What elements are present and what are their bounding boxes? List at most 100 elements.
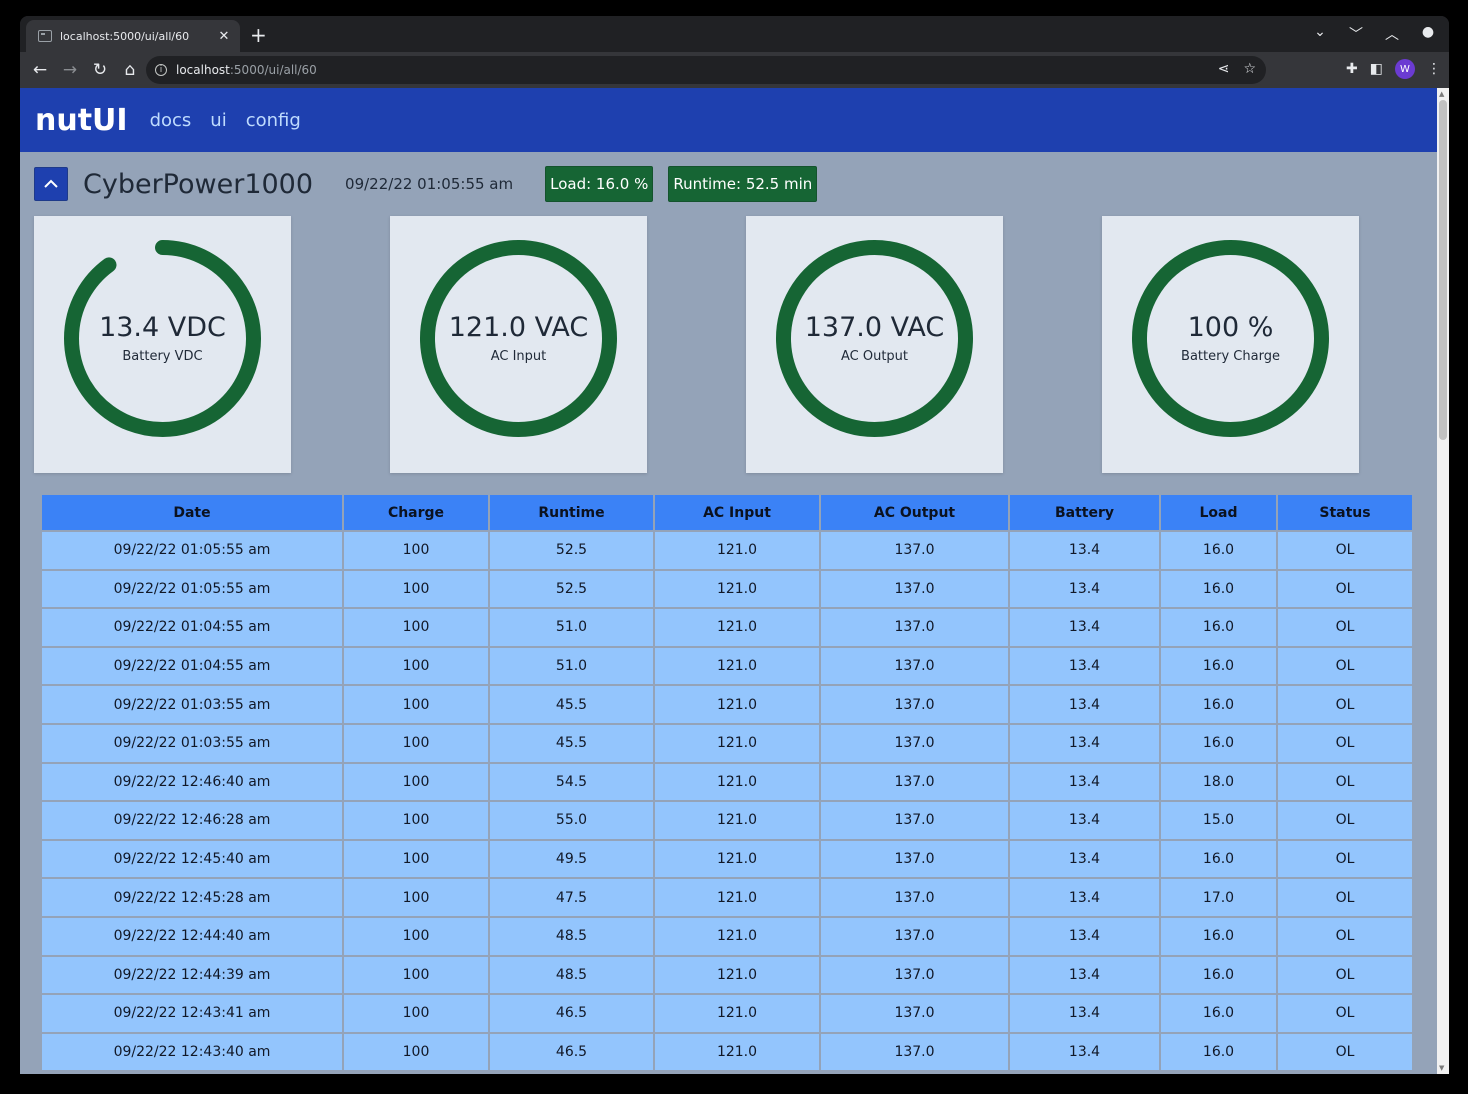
gauge-value: 121.0 VAC — [448, 312, 589, 343]
column-header-ac-input[interactable]: AC Input — [655, 495, 819, 530]
gauge-ac-input: 121.0 VAC AC Input — [390, 216, 647, 473]
gauge-ring — [420, 240, 617, 437]
back-arrow-icon[interactable]: ← — [26, 60, 54, 80]
table-cell: 09/22/22 12:43:40 am — [42, 1033, 342, 1071]
close-window-icon[interactable]: ● — [1419, 24, 1437, 44]
table-cell: 121.0 — [655, 532, 819, 569]
side-panel-icon[interactable]: ◧ — [1370, 61, 1383, 77]
table-cell: 48.5 — [490, 917, 653, 955]
table-cell: OL — [1278, 686, 1412, 723]
page-viewport: nutUI docs ui config CyberPower1000 09/2… — [20, 88, 1437, 1074]
history-table: Date Charge Runtime AC Input AC Output B… — [40, 493, 1414, 1072]
table-cell: 09/22/22 12:45:28 am — [42, 879, 342, 916]
table-cell: 100 — [344, 570, 488, 608]
brand-logo[interactable]: nutUI — [35, 103, 128, 138]
extensions-puzzle-icon[interactable]: ✚ — [1346, 61, 1358, 77]
table-cell: 137.0 — [821, 609, 1008, 646]
reload-icon[interactable]: ↻ — [86, 60, 114, 80]
table-cell: 13.4 — [1010, 1033, 1159, 1071]
table-row: 09/22/22 12:45:40 am 100 49.5 121.0 137.0 13.… — [42, 840, 1412, 878]
table-cell: 121.0 — [655, 763, 819, 801]
table-cell: 16.0 — [1161, 609, 1276, 646]
column-header-date[interactable]: Date — [42, 495, 342, 530]
scroll-up-arrow-icon[interactable]: ▲ — [1439, 90, 1444, 98]
table-cell: 137.0 — [821, 995, 1008, 1032]
gauge-value: 137.0 VAC — [804, 312, 945, 343]
forward-arrow-icon[interactable]: → — [56, 60, 84, 80]
table-row: 09/22/22 12:43:41 am 100 46.5 121.0 137.0 13.… — [42, 995, 1412, 1032]
minimize-chevron-icon[interactable]: ﹀ — [1347, 24, 1365, 44]
tab-strip: localhost:5000/ui/all/60 ✕ + ⌄ ﹀ ︿ ● — [20, 16, 1449, 52]
tab-search-chevron-icon[interactable]: ⌄ — [1311, 24, 1329, 44]
table-cell: OL — [1278, 570, 1412, 608]
table-cell: 54.5 — [490, 763, 653, 801]
table-cell: 52.5 — [490, 570, 653, 608]
table-cell: OL — [1278, 1033, 1412, 1071]
table-cell: 137.0 — [821, 1033, 1008, 1071]
table-cell: 137.0 — [821, 763, 1008, 801]
share-icon[interactable]: ⋖ — [1218, 61, 1230, 77]
table-cell: 09/22/22 12:43:41 am — [42, 995, 342, 1032]
column-header-load[interactable]: Load — [1161, 495, 1276, 530]
gauge-value: 13.4 VDC — [99, 312, 226, 343]
device-timestamp: 09/22/22 01:05:55 am — [345, 175, 514, 193]
table-cell: 100 — [344, 917, 488, 955]
column-header-status[interactable]: Status — [1278, 495, 1412, 530]
table-cell: 16.0 — [1161, 532, 1276, 569]
maximize-chevron-icon[interactable]: ︿ — [1383, 24, 1401, 44]
table-cell: 100 — [344, 802, 488, 839]
table-cell: 13.4 — [1010, 609, 1159, 646]
info-icon[interactable]: i — [155, 64, 167, 76]
vertical-scrollbar[interactable]: ▲ ▼ — [1437, 88, 1449, 1074]
table-cell: 16.0 — [1161, 956, 1276, 994]
omnibox-actions: ⋖ ☆ — [1218, 61, 1256, 77]
nav-link-ui[interactable]: ui — [210, 110, 226, 131]
tab-title: localhost:5000/ui/all/60 — [60, 29, 190, 43]
scroll-down-arrow-icon[interactable]: ▼ — [1439, 1064, 1444, 1072]
table-cell: 13.4 — [1010, 995, 1159, 1032]
table-cell: 137.0 — [821, 570, 1008, 608]
profile-avatar[interactable]: W — [1395, 59, 1415, 79]
table-body: 09/22/22 01:05:55 am 100 52.5 121.0 137.0 13.… — [42, 532, 1412, 1071]
table-cell: 100 — [344, 956, 488, 994]
gauge-ring — [64, 240, 261, 437]
menu-kebab-icon[interactable]: ⋮ — [1427, 61, 1441, 77]
gauge-ring — [1132, 240, 1329, 437]
bookmark-star-icon[interactable]: ☆ — [1243, 61, 1256, 77]
table-cell: 09/22/22 12:46:40 am — [42, 763, 342, 801]
close-icon[interactable]: ✕ — [216, 29, 232, 44]
column-header-battery[interactable]: Battery — [1010, 495, 1159, 530]
table-row: 09/22/22 12:46:40 am 100 54.5 121.0 137.0 13.… — [42, 763, 1412, 801]
column-header-charge[interactable]: Charge — [344, 495, 488, 530]
table-cell: OL — [1278, 763, 1412, 801]
table-cell: 16.0 — [1161, 570, 1276, 608]
nav-link-docs[interactable]: docs — [150, 110, 192, 131]
table-cell: 121.0 — [655, 840, 819, 878]
table-cell: 52.5 — [490, 532, 653, 569]
table-cell: 121.0 — [655, 956, 819, 994]
table-cell: 09/22/22 12:44:40 am — [42, 917, 342, 955]
nav-link-config[interactable]: config — [246, 110, 301, 131]
browser-window: localhost:5000/ui/all/60 ✕ + ⌄ ﹀ ︿ ● ← →… — [20, 16, 1449, 1074]
table-cell: 55.0 — [490, 802, 653, 839]
browser-tab[interactable]: localhost:5000/ui/all/60 ✕ — [26, 20, 240, 52]
home-icon[interactable]: ⌂ — [116, 60, 144, 80]
column-header-runtime[interactable]: Runtime — [490, 495, 653, 530]
collapse-button[interactable] — [34, 167, 68, 201]
table-cell: 121.0 — [655, 686, 819, 723]
table-cell: 137.0 — [821, 802, 1008, 839]
table-cell: 49.5 — [490, 840, 653, 878]
address-bar[interactable]: i localhost:5000/ui/all/60 ⋖ ☆ — [146, 56, 1266, 84]
table-cell: 16.0 — [1161, 686, 1276, 723]
table-cell: 137.0 — [821, 686, 1008, 723]
table-cell: 100 — [344, 609, 488, 646]
table-cell: 09/22/22 01:04:55 am — [42, 647, 342, 685]
table-cell: 13.4 — [1010, 570, 1159, 608]
scrollbar-thumb[interactable] — [1439, 100, 1447, 440]
column-header-ac-output[interactable]: AC Output — [821, 495, 1008, 530]
table-cell: 100 — [344, 763, 488, 801]
new-tab-plus-icon[interactable]: + — [250, 25, 267, 45]
table-cell: 100 — [344, 879, 488, 916]
table-cell: 100 — [344, 724, 488, 762]
table-cell: OL — [1278, 917, 1412, 955]
